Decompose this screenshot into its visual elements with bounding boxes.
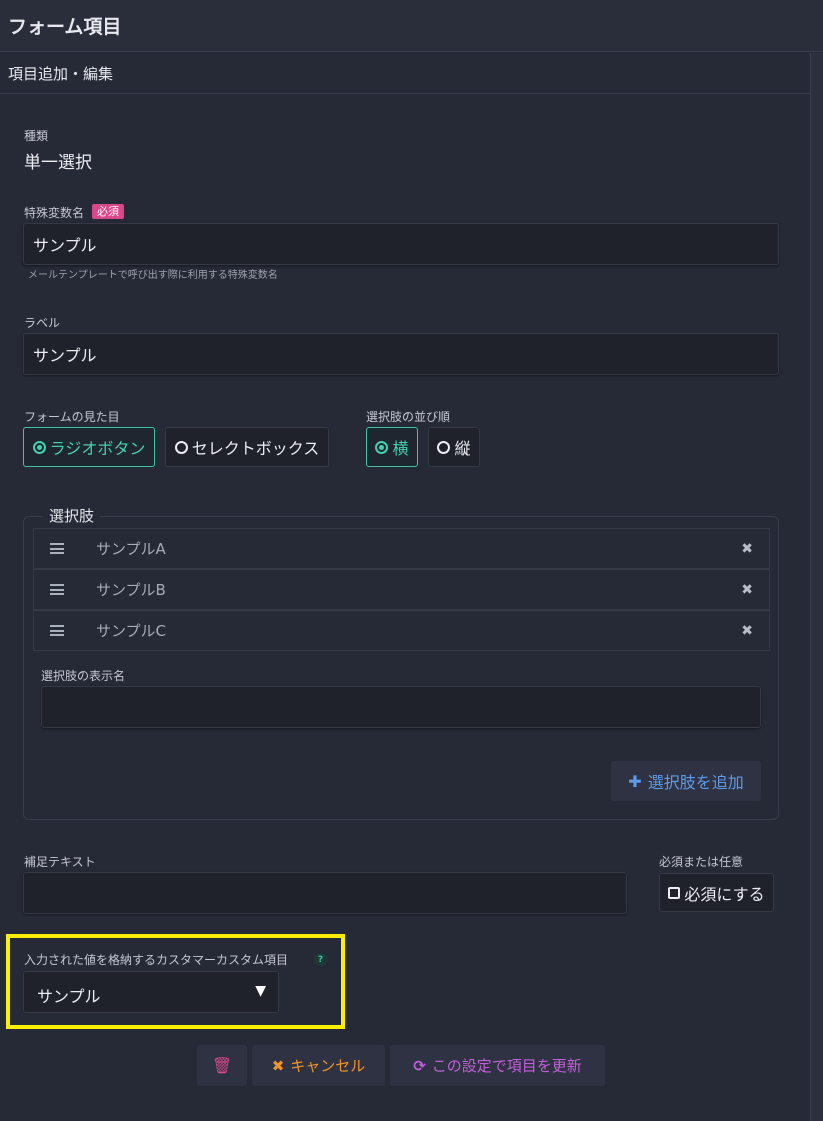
plus-icon: ✚: [628, 771, 642, 791]
order-horizontal-label: 横: [392, 439, 409, 458]
choice-row: サンプルC ✖: [33, 610, 770, 651]
variable-name-input[interactable]: サンプル: [23, 223, 779, 265]
make-required-button[interactable]: 必須にする: [659, 873, 774, 912]
refresh-icon: ⟳: [413, 1056, 426, 1075]
update-label: この設定で項目を更新: [431, 1057, 582, 1075]
label-input-value: サンプル: [33, 346, 97, 365]
make-required-label: 必須にする: [684, 884, 765, 904]
select-box-option-label: セレクトボックス: [191, 439, 320, 458]
order-label: 選択肢の並び順: [366, 410, 451, 424]
choice-display-name-input[interactable]: [41, 686, 761, 728]
trash-icon: 🗑: [211, 1056, 233, 1075]
choice-row: サンプルA ✖: [33, 528, 770, 569]
order-horizontal-option[interactable]: 横: [366, 427, 418, 467]
add-choice-label: 選択肢を追加: [647, 773, 744, 792]
type-label: 種類: [24, 129, 49, 143]
supplement-input[interactable]: [23, 872, 627, 914]
cancel-label: キャンセル: [290, 1057, 366, 1075]
cancel-button[interactable]: ✖ キャンセル: [252, 1045, 385, 1086]
delete-button[interactable]: 🗑: [197, 1045, 247, 1086]
drag-handle-icon[interactable]: [50, 584, 64, 595]
label-field-label: ラベル: [24, 316, 61, 330]
radio-button-option-label: ラジオボタン: [49, 439, 146, 458]
radio-unchecked-icon: [437, 440, 451, 454]
radio-button-option[interactable]: ラジオボタン: [23, 427, 155, 467]
choices-legend: 選択肢: [43, 505, 101, 527]
page-title: フォーム項目: [8, 16, 122, 38]
choice-display-name-label: 選択肢の表示名: [41, 669, 126, 683]
variable-name-help: メールテンプレートで呼び出す際に利用する特殊変数名: [28, 270, 278, 281]
order-vertical-option[interactable]: 縦: [428, 427, 480, 467]
checkbox-icon: [668, 886, 681, 899]
variable-name-value: サンプル: [33, 236, 97, 255]
required-badge: 必須: [92, 204, 124, 219]
select-box-option[interactable]: セレクトボックス: [165, 427, 329, 467]
remove-choice-icon[interactable]: ✖: [741, 582, 753, 598]
order-vertical-label: 縦: [454, 439, 471, 458]
label-input[interactable]: サンプル: [23, 333, 779, 375]
add-choice-button[interactable]: ✚ 選択肢を追加: [611, 761, 761, 801]
section-title: 項目追加・編集: [8, 65, 114, 83]
choice-row: サンプルB ✖: [33, 569, 770, 610]
remove-choice-icon[interactable]: ✖: [741, 541, 753, 557]
radio-unchecked-icon: [174, 440, 188, 454]
custom-field-selected: サンプル: [37, 987, 101, 1006]
page-header: フォーム項目: [0, 0, 823, 52]
vertical-scrollbar[interactable]: [810, 53, 823, 1121]
custom-field-select[interactable]: サンプル ▼: [23, 971, 279, 1013]
choice-label: サンプルB: [96, 581, 166, 599]
appearance-label: フォームの見た目: [24, 410, 120, 424]
section-header: 項目追加・編集: [0, 53, 823, 94]
choice-label: サンプルA: [96, 540, 166, 558]
supplement-label: 補足テキスト: [24, 855, 96, 869]
help-icon[interactable]: ?: [314, 953, 327, 966]
update-button[interactable]: ⟳ この設定で項目を更新: [390, 1045, 605, 1086]
radio-checked-icon: [375, 440, 389, 454]
close-icon: ✖: [271, 1056, 285, 1075]
required-option-label: 必須または任意: [659, 855, 744, 869]
remove-choice-icon[interactable]: ✖: [741, 623, 753, 639]
choice-label: サンプルC: [96, 622, 167, 640]
drag-handle-icon[interactable]: [50, 625, 64, 636]
variable-name-label: 特殊変数名: [24, 206, 85, 220]
custom-field-label: 入力された値を格納するカスタマーカスタム項目: [24, 953, 289, 967]
drag-handle-icon[interactable]: [50, 543, 64, 554]
type-value: 単一選択: [24, 153, 92, 173]
caret-down-icon: ▼: [255, 983, 266, 999]
radio-checked-icon: [32, 440, 46, 454]
